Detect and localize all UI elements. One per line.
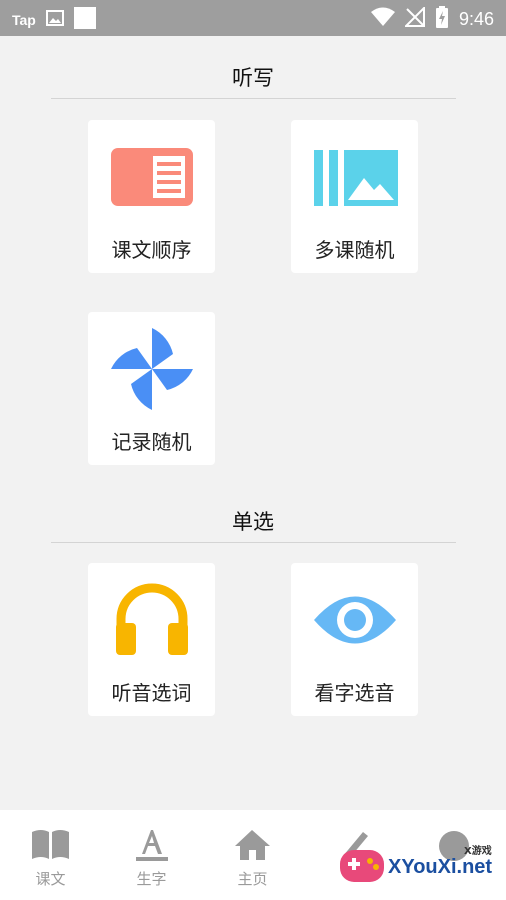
- section-title-single-choice: 单选: [232, 510, 274, 534]
- card-multi-random[interactable]: 多课随机: [291, 120, 418, 273]
- nav-item-home[interactable]: 主页: [202, 810, 303, 900]
- gallery-icon: [312, 142, 398, 212]
- nav-label: 课文: [35, 870, 66, 888]
- section-divider: [51, 98, 456, 99]
- clock: 9:46: [458, 9, 494, 29]
- nav-label: 主页: [237, 870, 268, 888]
- card-text-order[interactable]: 课文顺序: [88, 120, 215, 273]
- eye-icon: [312, 585, 398, 655]
- watermark-text: XYouXi.net: [388, 856, 493, 878]
- game-controller-icon: [340, 850, 384, 882]
- card-listen-choose-word[interactable]: 听音选词: [88, 563, 215, 716]
- card-see-char-choose-sound[interactable]: 看字选音: [291, 563, 418, 716]
- status-bar: Tap 9:46: [0, 0, 506, 36]
- headphones-icon: [109, 583, 195, 655]
- nav-item-characters[interactable]: 生字: [101, 810, 202, 900]
- section-divider: [51, 542, 456, 543]
- home-icon: [232, 828, 273, 862]
- letter-a-icon: [131, 828, 172, 862]
- wifi-icon: [370, 7, 395, 32]
- book-icon: [30, 828, 71, 862]
- card-label: 课文顺序: [111, 238, 192, 262]
- square-icon: [73, 7, 96, 32]
- app-label: Tap: [12, 11, 36, 28]
- watermark: X游戏 XYouXi.net: [336, 826, 506, 900]
- nav-label: 生字: [136, 870, 167, 888]
- card-label: 听音选词: [111, 681, 192, 705]
- pinwheel-icon: [109, 328, 195, 410]
- document-icon: [109, 142, 195, 212]
- no-signal-icon: [403, 5, 425, 32]
- nav-item-text[interactable]: 课文: [0, 810, 101, 900]
- card-label: 记录随机: [111, 430, 192, 454]
- card-record-random[interactable]: 记录随机: [88, 312, 215, 465]
- watermark-small-text: X游戏: [464, 846, 492, 857]
- card-label: 看字选音: [314, 681, 395, 705]
- section-title-dictation: 听写: [232, 66, 274, 90]
- card-label: 多课随机: [314, 238, 395, 262]
- image-icon: [45, 10, 64, 29]
- battery-charging-icon: [435, 6, 449, 33]
